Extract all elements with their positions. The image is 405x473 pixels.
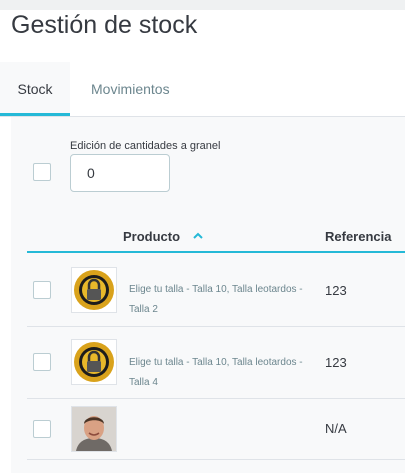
gold-lock-seal-image (74, 342, 114, 382)
product-reference: 123 (325, 355, 347, 370)
tab-movimientos[interactable]: Movimientos (91, 62, 170, 116)
product-reference: N/A (325, 421, 347, 436)
person-photo (72, 407, 116, 451)
top-strip (0, 0, 405, 10)
product-name: Elige tu talla - Talla 10, Talla leotard… (129, 357, 303, 388)
bulk-quantity-label: Edición de cantidades a granel (70, 140, 221, 152)
table-header-divider (27, 251, 405, 253)
row-divider (27, 398, 405, 399)
page-header: Gestión de stock (0, 0, 405, 63)
chevron-up-icon[interactable] (192, 230, 204, 242)
bulk-quantity-input[interactable] (70, 154, 170, 192)
product-thumbnail (71, 339, 117, 385)
tab-bar: Stock Movimientos (0, 62, 405, 117)
product-thumbnail (71, 406, 117, 452)
product-reference: 123 (325, 283, 347, 298)
page-title: Gestión de stock (11, 11, 198, 39)
gold-lock-seal-image (74, 270, 114, 310)
row-divider (27, 326, 405, 327)
row-checkbox[interactable] (33, 420, 51, 438)
column-header-product[interactable]: Producto (123, 229, 180, 244)
bulk-select-all-checkbox[interactable] (33, 163, 51, 181)
row-divider (27, 459, 405, 460)
tab-stock[interactable]: Stock (0, 62, 70, 116)
product-name: Elige tu talla - Talla 10, Talla leotard… (129, 284, 303, 315)
product-thumbnail (71, 267, 117, 313)
row-checkbox[interactable] (33, 353, 51, 371)
column-header-reference[interactable]: Referencia (325, 229, 391, 244)
row-checkbox[interactable] (33, 281, 51, 299)
